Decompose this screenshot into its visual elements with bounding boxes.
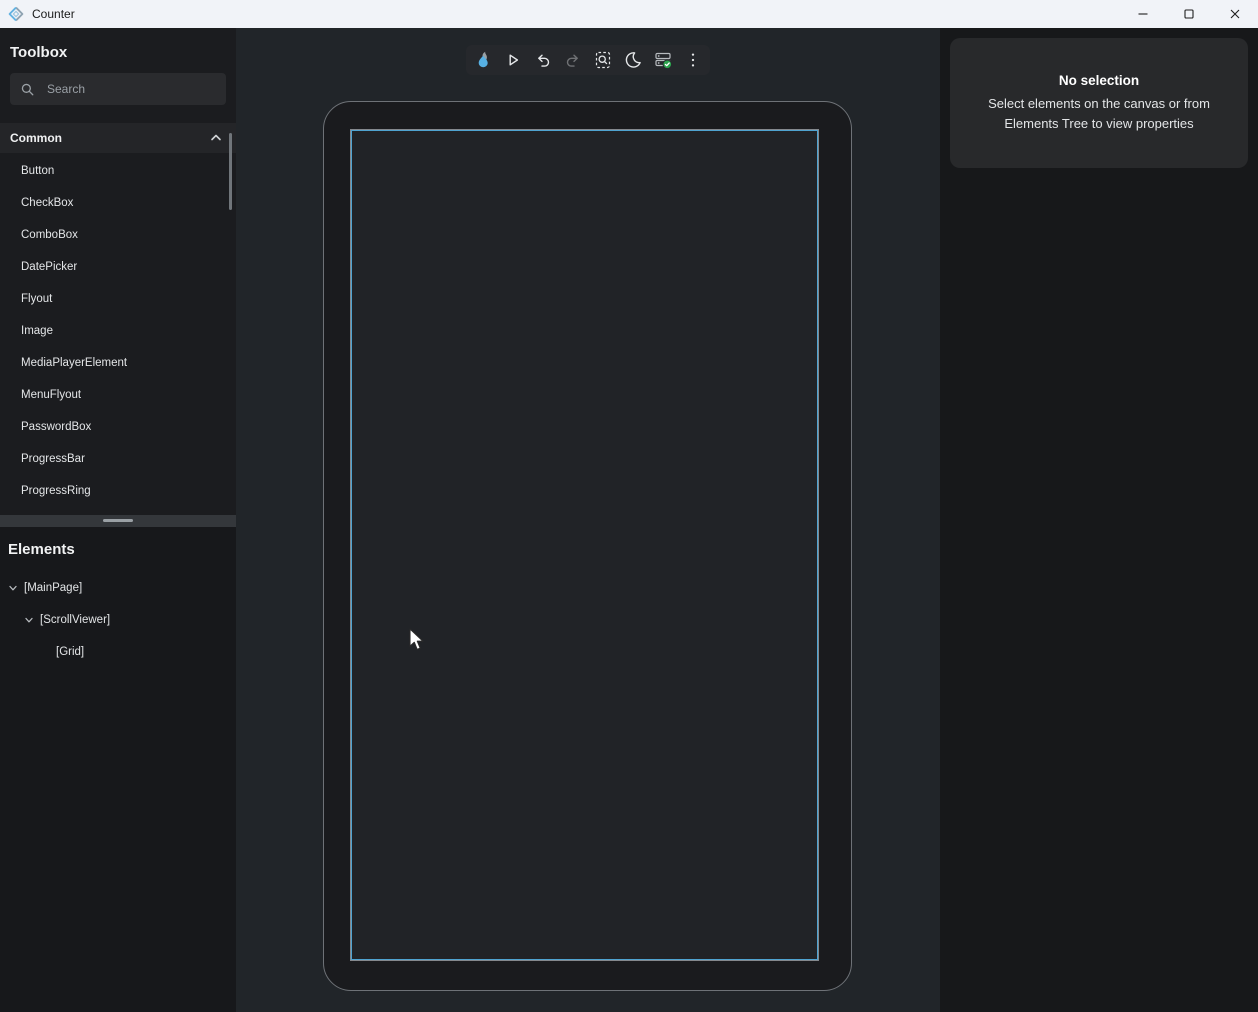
more-options-icon[interactable] — [678, 45, 708, 75]
properties-panel: No selection Select elements on the canv… — [940, 28, 1258, 1012]
left-panel: Toolbox Common ButtonCheckBoxComboBoxDat… — [0, 28, 236, 1012]
chevron-up-icon[interactable] — [208, 130, 224, 146]
elements-tree: [MainPage] [ScrollViewer] [Grid] — [0, 572, 236, 668]
toolbox-scrollbar[interactable] — [229, 133, 232, 210]
chevron-down-icon[interactable] — [6, 581, 20, 595]
theme-toggle-moon-icon[interactable] — [618, 45, 648, 75]
device-frame — [323, 101, 852, 991]
toolbox-item-progressring[interactable]: ProgressRing — [0, 475, 236, 507]
elements-title: Elements — [0, 527, 236, 558]
panel-splitter[interactable] — [0, 515, 236, 527]
elements-panel: Elements [MainPage] [ScrollViewer] [Grid] — [0, 527, 236, 1012]
zoom-to-fit-icon[interactable] — [588, 45, 618, 75]
app-logo-icon — [8, 6, 24, 22]
toolbox-item-datepicker[interactable]: DatePicker — [0, 251, 236, 283]
toolbox-item-checkbox[interactable]: CheckBox — [0, 187, 236, 219]
tree-item-grid[interactable]: [Grid] — [0, 636, 236, 668]
close-button[interactable] — [1212, 0, 1258, 28]
splitter-handle-icon — [103, 519, 133, 522]
toolbox-item-combobox[interactable]: ComboBox — [0, 219, 236, 251]
minimize-icon — [1137, 8, 1149, 20]
device-screen-canvas[interactable] — [351, 130, 818, 960]
search-input[interactable] — [47, 82, 216, 96]
connection-status-icon[interactable] — [648, 45, 678, 75]
undo-icon[interactable] — [528, 45, 558, 75]
play-icon[interactable] — [498, 45, 528, 75]
no-selection-message: Select elements on the canvas or from El… — [970, 94, 1228, 133]
tree-item-label: [ScrollViewer] — [40, 614, 110, 626]
design-toolbar — [466, 45, 710, 75]
tree-item-label: [MainPage] — [24, 582, 82, 594]
toolbox-item-list: ButtonCheckBoxComboBoxDatePickerFlyoutIm… — [0, 153, 236, 507]
toolbox-title: Toolbox — [0, 28, 236, 61]
toolbox-search[interactable] — [10, 73, 226, 105]
toolbox-section-common[interactable]: Common — [0, 123, 236, 153]
toolbox-item-flyout[interactable]: Flyout — [0, 283, 236, 315]
chevron-down-icon[interactable] — [22, 613, 36, 627]
section-label: Common — [10, 131, 62, 145]
toolbox-panel: Toolbox Common ButtonCheckBoxComboBoxDat… — [0, 28, 236, 515]
hot-design-flame-icon[interactable] — [468, 45, 498, 75]
window-controls — [1120, 0, 1258, 28]
titlebar: Counter — [0, 0, 1258, 28]
close-icon — [1229, 8, 1241, 20]
maximize-button[interactable] — [1166, 0, 1212, 28]
toolbox-item-button[interactable]: Button — [0, 155, 236, 187]
toolbox-item-passwordbox[interactable]: PasswordBox — [0, 411, 236, 443]
tree-item-scrollviewer[interactable]: [ScrollViewer] — [0, 604, 236, 636]
toolbox-item-image[interactable]: Image — [0, 315, 236, 347]
toolbox-item-mediaplayerelement[interactable]: MediaPlayerElement — [0, 347, 236, 379]
toolbox-item-menuflyout[interactable]: MenuFlyout — [0, 379, 236, 411]
minimize-button[interactable] — [1120, 0, 1166, 28]
maximize-icon — [1183, 8, 1195, 20]
no-selection-title: No selection — [1059, 73, 1139, 88]
tree-item-label: [Grid] — [56, 646, 84, 658]
search-icon — [20, 82, 35, 97]
design-canvas[interactable] — [236, 28, 940, 1012]
tree-item-mainpage[interactable]: [MainPage] — [0, 572, 236, 604]
no-selection-card: No selection Select elements on the canv… — [950, 38, 1248, 168]
toolbox-item-progressbar[interactable]: ProgressBar — [0, 443, 236, 475]
window-title: Counter — [32, 7, 75, 21]
redo-icon[interactable] — [558, 45, 588, 75]
